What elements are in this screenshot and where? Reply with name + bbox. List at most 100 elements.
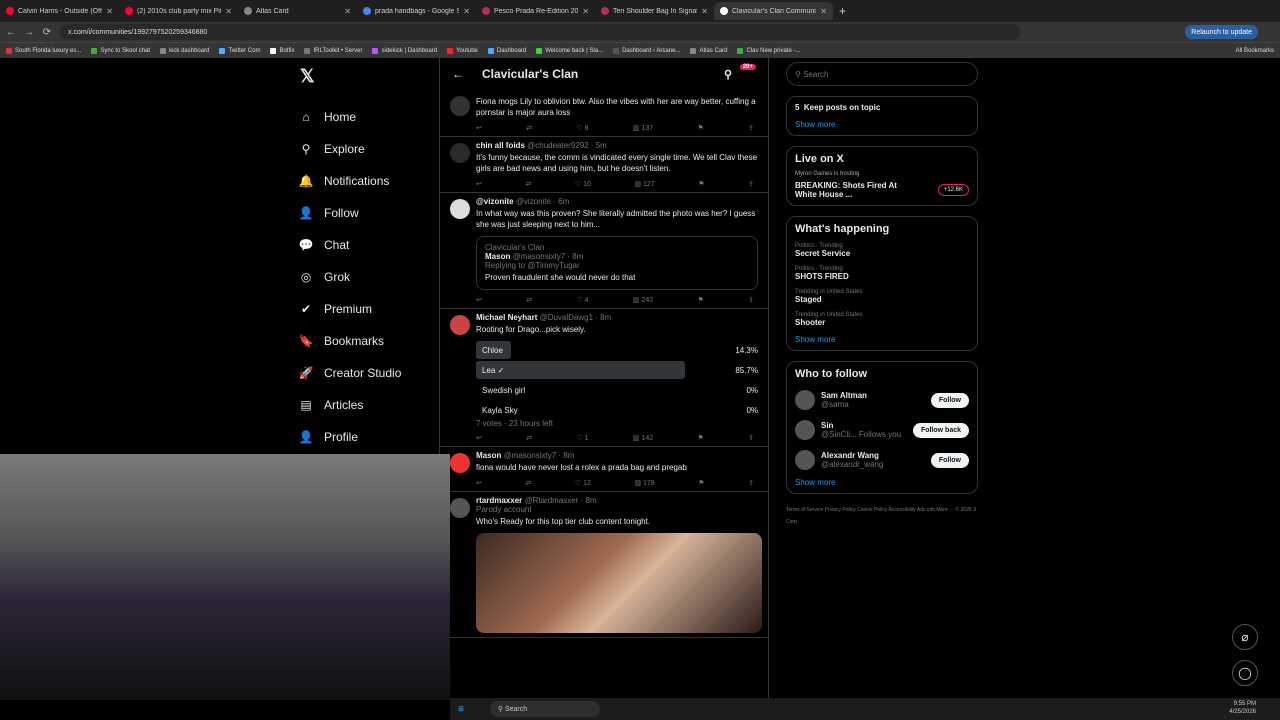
repost-icon[interactable]: ⇄ [525,479,531,487]
share-icon[interactable]: ⇪ [748,479,754,487]
bookmark-item[interactable]: IRLToolkit • Server [304,47,362,54]
new-tab-icon[interactable]: + [839,4,846,18]
nav-item-chat[interactable]: 💬 Chat [298,229,438,261]
close-icon[interactable]: ✕ [820,7,827,16]
back-icon[interactable]: ← [4,27,18,38]
nav-item-grok[interactable]: ◎ Grok [298,261,438,293]
show-more-link[interactable]: Show more [795,478,969,487]
reply-icon[interactable]: ↩ [476,479,482,487]
relaunch-button[interactable]: Relaunch to update [1185,25,1258,39]
author-name[interactable]: Mason [476,451,504,460]
browser-tab[interactable]: Pesco Prada Re-Edition 2005 R✕ [476,2,595,20]
follow-suggestion[interactable]: Sam Altman @sama Follow [795,390,969,410]
nav-item-bookmarks[interactable]: 🔖 Bookmarks [298,325,438,357]
post-image[interactable] [476,533,762,633]
trend-item[interactable]: Politics · Trending SHOTS FIRED [795,266,969,281]
views-count[interactable]: ▥ 127 [634,180,654,188]
reply-icon[interactable]: ↩ [476,180,482,188]
bookmark-item[interactable]: Sync to Skool chat [91,47,150,54]
bookmark-item[interactable]: Atlas Card [690,47,727,54]
search-input[interactable]: ⚲ Search [786,62,978,86]
follow-name[interactable]: Alexandr Wang [821,451,883,460]
bookmark-icon[interactable]: ⚑ [698,296,704,304]
nav-item-creator-studio[interactable]: 🚀 Creator Studio [298,357,438,389]
nav-item-home[interactable]: ⌂ Home [298,101,438,133]
browser-tab[interactable]: Teri Shoulder Bag In Signature✕ [595,2,714,20]
bookmark-icon[interactable]: ⚑ [698,180,704,188]
bookmark-item[interactable]: kick dashboard [160,47,209,54]
reply-icon[interactable]: ↩ [476,296,482,304]
follow-button[interactable]: Follow [930,392,969,408]
follow-suggestion[interactable]: Alexandr Wang @alexandr_wang Follow [795,450,969,470]
views-count[interactable]: ▥ 137 [633,124,653,132]
url-field[interactable]: x.com/i/communities/1992797520259346880 [60,24,1020,40]
follow-name[interactable]: Sin [821,421,901,430]
like-button[interactable]: ♡ 12 [575,479,591,487]
bookmark-item[interactable]: South Florida luxury es... [6,47,81,54]
author-name[interactable]: rtardmaxxer [476,496,524,505]
bookmark-item[interactable]: Twitter Com [219,47,260,54]
bookmark-item[interactable]: sidekick | Dashboard [372,47,437,54]
browser-tab[interactable]: Calvin Harris - Outside (Official ✕ [0,2,119,20]
bookmark-item[interactable]: Clav New private -... [737,47,800,54]
reply-icon[interactable]: ↩ [476,124,482,132]
post[interactable]: rtardmaxxer @Rtardmaxxer · 8m Parody acco… [440,492,768,638]
follow-button[interactable]: Follow back [912,422,969,438]
bookmark-icon[interactable]: ⚑ [698,479,704,487]
nav-item-premium[interactable]: ✔ Premium [298,293,438,325]
like-button[interactable]: ♡ 4 [576,296,588,304]
browser-tab[interactable]: prada handbags - Google Search✕ [357,2,476,20]
trend-item[interactable]: Politics · Trending Secret Service [795,243,969,258]
share-icon[interactable]: ⇪ [748,180,754,188]
reload-icon[interactable]: ⟳ [40,27,54,38]
post[interactable]: Mason @masonsixty7 · 8m fiona would have … [440,447,768,492]
post[interactable]: Fiona mogs Lily to oblivion btw. Also th… [440,90,768,137]
avatar[interactable] [450,498,470,518]
browser-tab[interactable]: Clavicular's Clan Community / X ✕ [714,2,833,20]
back-arrow-icon[interactable]: ← [452,67,464,81]
share-icon[interactable]: ⇪ [748,296,754,304]
close-icon[interactable]: ✕ [463,7,470,16]
bookmark-item[interactable]: Youtube [447,47,478,54]
close-icon[interactable]: ✕ [106,7,113,16]
repost-icon[interactable]: ⇄ [526,296,532,304]
views-count[interactable]: ▥ 178 [634,479,654,487]
share-icon[interactable]: ⇪ [748,124,754,132]
bookmark-item[interactable]: Welcome back | Sla... [536,47,603,54]
follow-button[interactable]: Follow [930,452,969,468]
close-icon[interactable]: ✕ [344,7,351,16]
grok-icon[interactable]: ⌀ [1232,624,1258,650]
repost-icon[interactable]: ⇄ [525,180,531,188]
avatar[interactable] [450,143,470,163]
poll-option[interactable]: Swedish girl 0% [476,381,758,399]
avatar[interactable] [795,450,815,470]
poll-option[interactable]: Kayla Sky 0% [476,401,758,419]
close-icon[interactable]: ✕ [701,7,708,16]
views-count[interactable]: ▥ 242 [633,296,653,304]
bookmark-icon[interactable]: ⚑ [698,124,704,132]
x-logo-icon[interactable]: 𝕏 [300,66,438,87]
show-more-link[interactable]: Show more [795,120,969,129]
trend-item[interactable]: Trending in United States Staged [795,289,969,304]
author-name[interactable]: @vizonite [476,197,516,206]
avatar[interactable] [795,390,815,410]
browser-tab[interactable]: Atlas Card ✕ [238,2,357,20]
poll-option[interactable]: Lea ✓ 85.7% [476,361,758,379]
close-icon[interactable]: ✕ [582,7,589,16]
bookmark-icon[interactable]: ⚑ [698,434,704,442]
avatar[interactable] [450,453,470,473]
nav-item-profile[interactable]: 👤 Profile [298,421,438,453]
like-button[interactable]: ♡ 8 [576,124,588,132]
nav-item-notifications[interactable]: 🔔 Notifications [298,165,438,197]
post[interactable]: Michael Neyhart @DuvalDawg1 · 8m Rooting … [440,309,768,447]
taskbar-search[interactable]: ⚲ Search [489,701,600,717]
reply-icon[interactable]: ↩ [476,434,482,442]
avatar[interactable] [795,420,815,440]
bookmark-item[interactable]: Dashboard [487,47,526,54]
follow-name[interactable]: Sam Altman [821,391,867,400]
post[interactable]: @vizonite @vizonite · 6m In what way was … [440,193,768,309]
search-icon[interactable]: ⚲ [724,68,732,81]
forward-icon[interactable]: → [22,27,36,38]
author-name[interactable]: chin all foids [476,141,527,150]
avatar[interactable] [450,315,470,335]
